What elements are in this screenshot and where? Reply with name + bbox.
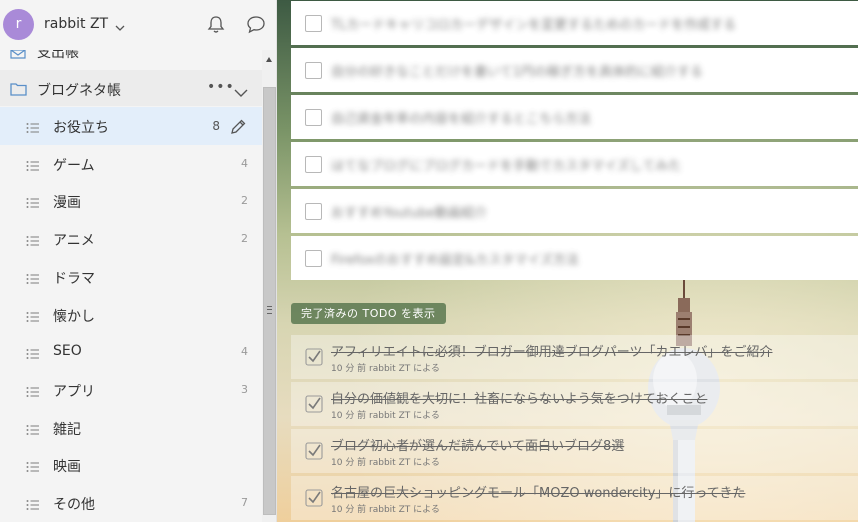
sidebar-list-item[interactable]: 雑記 [0,409,262,447]
completed-task-title: 自分の価値観を大切に！社畜にならないよう気をつけておくこと [331,392,708,407]
sidebar-list-item[interactable]: お役立ち 8 [0,107,262,145]
list-count-badge: 4 [241,156,248,170]
list-label: アニメ [53,233,95,250]
list-count-badge: 8 [212,119,220,133]
task-checkbox[interactable] [305,250,322,267]
task-title: TLカードキャリコロカーデザインを変更するためのカードを作成する [331,18,737,33]
list-label: 懐かし [53,308,95,325]
checkbox-checked-icon[interactable] [305,348,323,370]
completed-task-meta: 10 分 前 rabbit ZT による [331,458,440,468]
task-title: はてなブログにブログカードを手動でカスタマイズしてみた [331,159,682,174]
task-title: 自己資金年率の内容を紹介するとこちら方法 [331,112,592,127]
list-label: 雑記 [53,421,81,438]
sidebar-list: 支出帳 ブログネタ帳 ••• お役立ち 8 ゲーム 4 漫画 2 アニメ 2 ドラマ 懐かし SEO… [0,38,262,522]
task-checkbox[interactable] [305,109,322,126]
task-title: 自分の好きなことだけを書いて1円の稼ぎ方を具体的に紹介する [331,65,703,80]
grip-icon [267,306,272,314]
sidebar-list-item[interactable]: 懐かし [0,296,262,334]
task-title: Firefoxのおすすめ設定&カスタマイズ方法 [331,253,579,268]
list-count-badge: 2 [241,194,248,208]
checkbox-checked-icon[interactable] [305,442,323,464]
task-card[interactable]: おすすめYoutube動画紹介 [291,189,858,233]
completed-task-meta: 10 分 前 rabbit ZT による [331,364,440,374]
list-icon [26,270,40,289]
list-label: 漫画 [53,195,81,212]
completed-task-card[interactable]: 名古屋の巨大ショッピングモール「MOZO wondercity」に行ってきた 10… [291,476,858,520]
task-title: おすすめYoutube動画紹介 [331,206,487,221]
checkbox-checked-icon[interactable] [305,395,323,417]
folder-row[interactable]: ブログネタ帳 ••• [0,70,262,106]
sidebar-list-item[interactable]: SEO 4 [0,333,262,371]
sidebar: 支出帳 ブログネタ帳 ••• お役立ち 8 ゲーム 4 漫画 2 アニメ 2 ドラマ 懐かし SEO… [0,0,277,522]
sidebar-list-item[interactable]: 漫画 2 [0,182,262,220]
sidebar-list-item[interactable]: 映画 [0,446,262,484]
edit-icon[interactable] [229,118,247,140]
task-card[interactable]: 自分の好きなことだけを書いて1円の稼ぎ方を具体的に紹介する [291,48,858,92]
checkbox-checked-icon[interactable] [305,489,323,511]
chevron-down-icon[interactable] [234,83,248,102]
main-panel: TLカードキャリコロカーデザインを変更するためのカードを作成する 自分の好きなこと… [277,0,858,522]
chevron-down-icon[interactable] [115,17,125,36]
list-label: お役立ち [53,120,109,136]
completed-task-title: 名古屋の巨大ショッピングモール「MOZO wondercity」に行ってきた [331,486,746,501]
list-icon [26,345,40,364]
user-name[interactable]: rabbit ZT [44,16,108,32]
sidebar-list-item[interactable]: ドラマ [0,258,262,296]
list-icon [26,421,40,440]
completed-task-card[interactable]: 自分の価値観を大切に！社畜にならないよう気をつけておくこと 10 分 前 rabb… [291,382,858,426]
completed-task-title: アフィリエイトに必須！ブロガー御用達ブログパーツ「カエレバ」をご紹介 [331,345,773,360]
sidebar-list-item[interactable]: ゲーム 4 [0,145,262,183]
list-icon [26,458,40,477]
sidebar-header: r rabbit ZT [0,0,276,50]
avatar[interactable]: r [3,9,34,40]
completed-task-card[interactable]: ブログ初心者が選んだ読んでいて面白いブログ8選 10 分 前 rabbit ZT … [291,429,858,473]
task-card[interactable]: TLカードキャリコロカーデザインを変更するためのカードを作成する [291,1,858,45]
task-checkbox[interactable] [305,15,322,32]
list-icon [26,383,40,402]
list-label: ドラマ [53,270,95,287]
folder-label: ブログネタ帳 [37,83,121,99]
sidebar-scrollbar[interactable] [262,50,276,522]
list-count-badge: 7 [241,496,248,509]
task-checkbox[interactable] [305,203,322,220]
folder-icon [10,81,27,100]
sidebar-list-item[interactable]: アニメ 2 [0,220,262,258]
completed-task-meta: 10 分 前 rabbit ZT による [331,411,440,421]
show-completed-button[interactable]: 完了済みの TODO を表示 [291,303,446,324]
list-label: 映画 [53,459,81,476]
list-label: SEO [53,343,82,360]
chat-icon[interactable] [246,15,266,38]
list-icon [26,308,40,327]
sidebar-list-item[interactable]: アプリ 3 [0,371,262,409]
bell-icon[interactable] [207,15,225,38]
list-icon [26,119,40,138]
list-icon [26,232,40,251]
completed-task-meta: 10 分 前 rabbit ZT による [331,505,440,515]
completed-task-title: ブログ初心者が選んだ読んでいて面白いブログ8選 [331,439,625,454]
list-count-badge: 3 [241,382,248,396]
list-label: その他 [53,497,95,513]
list-count-badge: 4 [241,345,248,359]
more-icon[interactable]: ••• [207,79,235,95]
list-count-badge: 2 [241,232,248,246]
list-icon [26,194,40,213]
sidebar-list-item[interactable]: その他 7 [0,484,262,522]
task-card[interactable]: はてなブログにブログカードを手動でカスタマイズしてみた [291,142,858,186]
task-card[interactable]: Firefoxのおすすめ設定&カスタマイズ方法 [291,236,858,280]
list-icon [26,157,40,176]
task-card[interactable]: 自己資金年率の内容を紹介するとこちら方法 [291,95,858,139]
scrollbar-thumb[interactable] [263,87,276,515]
scroll-up-arrow-icon[interactable] [266,57,272,62]
task-checkbox[interactable] [305,156,322,173]
list-icon [26,496,40,515]
task-checkbox[interactable] [305,62,322,79]
list-label: アプリ [53,383,95,400]
completed-task-card[interactable]: アフィリエイトに必須！ブロガー御用達ブログパーツ「カエレバ」をご紹介 10 分 前… [291,335,858,379]
list-label: ゲーム [53,157,95,174]
